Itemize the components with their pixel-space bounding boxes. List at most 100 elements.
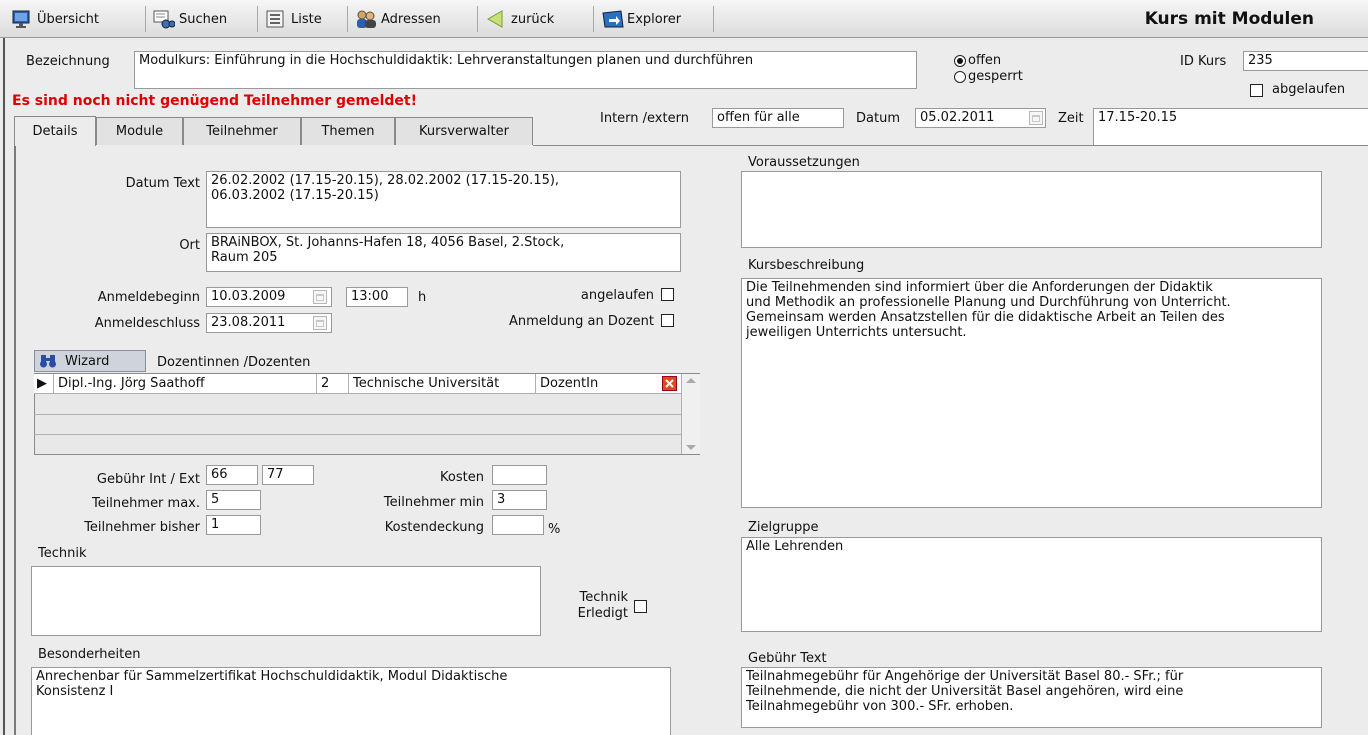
tech-field[interactable] xyxy=(31,566,541,636)
tab-module-label: Module xyxy=(115,124,164,139)
wizard-label: Wizard xyxy=(65,353,110,369)
description-field[interactable]: Die Teilnehmenden sind informiert über d… xyxy=(741,278,1322,508)
table-row xyxy=(34,415,681,435)
scroll-up-icon[interactable] xyxy=(686,378,696,383)
fee-text-field[interactable]: Teilnahmegebühr für Angehörige der Unive… xyxy=(741,667,1322,728)
explorer-label: Explorer xyxy=(627,11,682,27)
lecturer-name: Dipl.-Ing. Jörg Saathoff xyxy=(54,374,317,393)
tab-participants[interactable]: Teilnehmer xyxy=(183,117,301,145)
intern-label: Intern /extern xyxy=(600,111,689,126)
tab-topics-label: Themen xyxy=(321,124,375,139)
special-label: Besonderheiten xyxy=(38,647,141,662)
reg-start-label: Anmeldebeginn xyxy=(97,290,200,305)
panel-top-border xyxy=(533,145,1368,146)
coverage-field[interactable] xyxy=(492,515,544,535)
wizard-button[interactable]: Wizard xyxy=(34,350,146,372)
people-icon xyxy=(355,9,376,29)
current-label: Teilnehmer bisher xyxy=(84,520,200,535)
tab-course-admin[interactable]: Kursverwalter xyxy=(395,117,533,145)
location-label: Ort xyxy=(179,238,200,253)
target-field[interactable]: Alle Lehrenden xyxy=(741,537,1322,632)
expired-checkbox[interactable] xyxy=(1250,84,1263,97)
binoculars-icon xyxy=(153,9,176,29)
max-label: Teilnehmer max. xyxy=(91,496,200,511)
coverage-label: Kostendeckung xyxy=(384,520,484,535)
status-locked-radio[interactable] xyxy=(954,71,966,83)
fee-int-field[interactable]: 66 xyxy=(206,465,258,485)
left-border xyxy=(3,38,5,735)
scroll-down-icon[interactable] xyxy=(686,445,696,450)
back-arrow-icon xyxy=(485,9,505,29)
reg-start-time-field[interactable]: 13:00 xyxy=(346,287,408,307)
warning-text: Es sind noch nicht genügend Teilnehmer g… xyxy=(12,93,417,109)
radio-dot xyxy=(957,58,963,64)
prereq-field[interactable] xyxy=(741,171,1322,248)
tab-module[interactable]: Module xyxy=(96,117,183,145)
prereq-label: Voraussetzungen xyxy=(748,155,860,170)
table-row[interactable]: ▶ Dipl.-Ing. Jörg Saathoff 2 Technische … xyxy=(34,374,681,394)
tab-details[interactable]: Details xyxy=(14,116,96,146)
reg-lecturer-checkbox[interactable] xyxy=(661,314,674,327)
started-checkbox[interactable] xyxy=(661,288,674,301)
location-field[interactable]: BRAiNBOX, St. Johanns-Hafen 18, 4056 Bas… xyxy=(206,233,681,272)
time-label: Zeit xyxy=(1058,111,1084,126)
tech-done-checkbox[interactable] xyxy=(634,600,647,613)
cost-label: Kosten xyxy=(440,470,484,485)
grid-scrollbar[interactable] xyxy=(681,374,700,454)
special-field[interactable]: Anrechenbar für Sammelzertifikat Hochsch… xyxy=(31,667,671,735)
search-button[interactable]: Suchen xyxy=(148,6,258,32)
status-locked-label: gesperrt xyxy=(968,69,1023,84)
id-field[interactable]: 235 xyxy=(1243,51,1368,71)
lecturers-label: Dozentinnen /Dozenten xyxy=(157,355,311,370)
percent-label: % xyxy=(548,522,561,537)
hour-unit: h xyxy=(418,290,427,305)
back-button[interactable]: zurück xyxy=(480,6,594,32)
list-button[interactable]: Liste xyxy=(260,6,348,32)
reg-start-calendar-icon[interactable] xyxy=(313,290,327,304)
max-field[interactable]: 5 xyxy=(206,490,261,510)
addresses-button[interactable]: Adressen xyxy=(350,6,478,32)
window-title: Kurs mit Modulen xyxy=(1144,9,1314,29)
reg-end-calendar-icon[interactable] xyxy=(313,316,327,330)
date-text-field[interactable]: 26.02.2002 (17.15-20.15), 28.02.2002 (17… xyxy=(206,171,681,228)
explorer-button[interactable]: Explorer xyxy=(596,6,714,32)
explorer-icon xyxy=(601,9,624,29)
status-open-radio[interactable] xyxy=(954,55,966,67)
tab-participants-label: Teilnehmer xyxy=(206,124,278,139)
tech-label: Technik xyxy=(38,546,87,561)
tech-done-label: Technik Erledigt xyxy=(577,590,628,621)
overview-button[interactable]: Übersicht xyxy=(6,6,146,32)
delete-icon[interactable] xyxy=(662,376,677,391)
tab-course-admin-label: Kursverwalter xyxy=(419,124,509,139)
min-field[interactable]: 3 xyxy=(492,490,547,510)
lecturer-institution: Technische Universität xyxy=(349,374,536,393)
toolbar: Übersicht Suchen Liste Adressen zurück E… xyxy=(0,0,1368,38)
reg-end-label: Anmeldeschluss xyxy=(94,316,200,331)
time-field[interactable]: 17.15-20.15 xyxy=(1093,108,1368,146)
calendar-icon[interactable] xyxy=(1029,111,1043,125)
binoculars-icon xyxy=(39,353,57,369)
cost-field[interactable] xyxy=(492,465,547,485)
intern-field[interactable]: offen für alle xyxy=(712,108,844,128)
overview-label: Übersicht xyxy=(37,11,99,27)
row-selector-icon: ▶ xyxy=(34,374,54,393)
lecturer-role: DozentIn xyxy=(540,376,599,391)
addresses-label: Adressen xyxy=(381,11,441,27)
designation-field[interactable]: Modulkurs: Einführung in die Hochschuldi… xyxy=(134,51,917,89)
fee-label: Gebühr Int / Ext xyxy=(96,472,200,487)
date-field[interactable]: 05.02.2011 xyxy=(915,108,1046,128)
table-row xyxy=(34,395,681,415)
started-label: angelaufen xyxy=(580,288,654,303)
monitor-icon xyxy=(11,9,31,29)
current-field[interactable]: 1 xyxy=(206,515,261,535)
tab-details-label: Details xyxy=(32,124,78,139)
search-label: Suchen xyxy=(179,11,228,27)
fee-text-label: Gebühr Text xyxy=(748,651,827,666)
min-label: Teilnehmer min xyxy=(383,495,484,510)
fee-ext-field[interactable]: 77 xyxy=(262,465,314,485)
tab-topics[interactable]: Themen xyxy=(301,117,395,145)
date-text-label: Datum Text xyxy=(125,176,200,191)
expired-label: abgelaufen xyxy=(1272,82,1346,97)
id-label: ID Kurs xyxy=(1180,54,1227,69)
lecturer-num: 2 xyxy=(317,374,349,393)
